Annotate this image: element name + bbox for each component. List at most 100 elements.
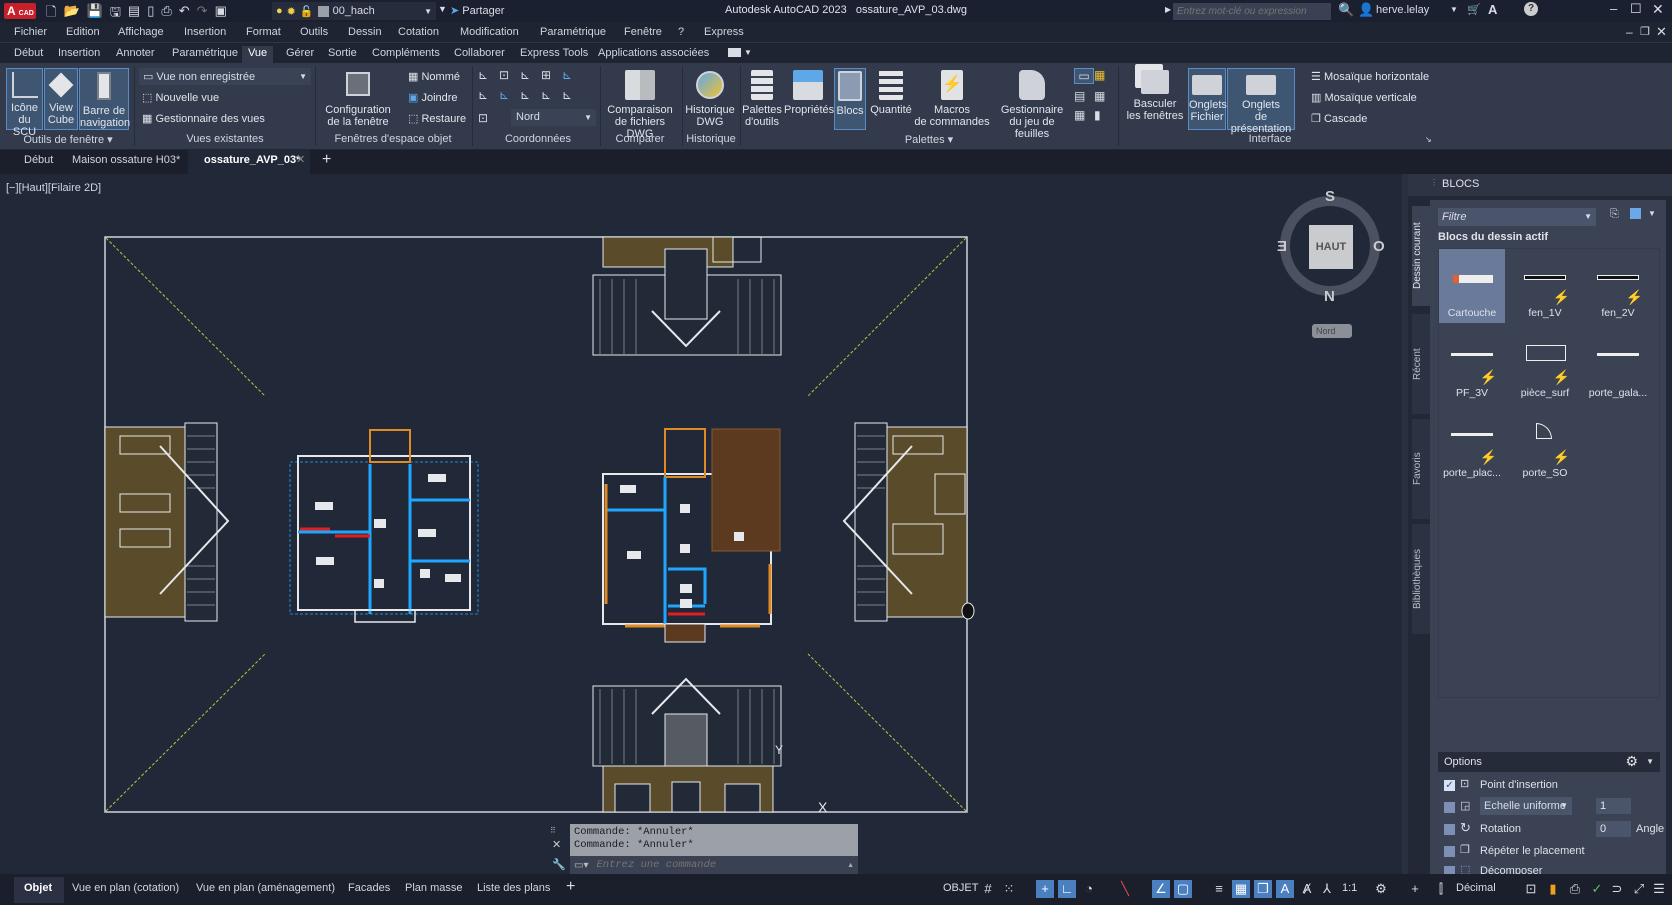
user-menu-chevron-icon[interactable]: ▼ — [1450, 5, 1458, 14]
compass-west[interactable]: O — [1373, 238, 1385, 255]
new-tab-plus-icon[interactable]: + — [322, 151, 331, 169]
viewport-config-button[interactable]: Configuration de la fenêtre — [320, 68, 396, 130]
selection-cycling-icon[interactable]: ❐ — [1254, 880, 1272, 898]
side-tab-dessin-courant[interactable]: Dessin courant — [1412, 206, 1430, 306]
tab-vue[interactable]: Vue — [242, 46, 274, 63]
new-view-button[interactable]: ⬚ Nouvelle vue — [142, 91, 219, 104]
view-mode-chevron-icon[interactable]: ▼ — [1648, 209, 1656, 218]
search-expand-icon[interactable]: ▶ — [1165, 5, 1171, 14]
menu-dessin[interactable]: Dessin — [348, 26, 382, 38]
navigation-bar-button[interactable]: Barre de navigation — [79, 68, 130, 130]
ribbon-display-toggle-icon[interactable] — [728, 48, 741, 57]
auto-scale-icon[interactable]: Ⱥ — [1298, 880, 1316, 898]
ortho-icon[interactable]: ∟ — [1058, 880, 1076, 898]
side-tab-bibliotheques[interactable]: Bibliothèques — [1412, 524, 1430, 634]
ucs-z-icon[interactable]: ⊾ — [541, 88, 562, 102]
user-name[interactable]: herve.lelay — [1376, 4, 1429, 16]
dwg-compare-button[interactable]: Comparaison de fichiers DWG — [602, 68, 678, 140]
layer-dropdown[interactable]: ● ✹ 🔓 00_hach ▼ — [272, 2, 436, 20]
lock-ui-icon[interactable]: ▮ — [1544, 880, 1562, 898]
compass-north[interactable]: N — [1324, 288, 1335, 305]
ucs-3point-icon[interactable]: ⊾ — [520, 68, 541, 82]
block-fen-2v[interactable]: ⚡ fen_2V — [1585, 249, 1651, 323]
calculator-icon[interactable]: ▦ — [1094, 89, 1114, 103]
repeat-placement-checkbox[interactable] — [1444, 846, 1455, 857]
cart-icon[interactable]: 🛒 — [1467, 3, 1481, 16]
autocad-logo[interactable]: A CAD — [4, 3, 36, 19]
fullscreen-icon[interactable]: ⤢ — [1630, 880, 1648, 898]
scale-input[interactable] — [1596, 798, 1631, 814]
view-mode-icon[interactable] — [1630, 208, 1641, 219]
scale-checkbox[interactable] — [1444, 802, 1455, 813]
ucs-view-icon[interactable]: ⊞ — [541, 68, 562, 82]
workspace-gear-icon[interactable]: ⚙ — [1372, 880, 1390, 898]
block-porte-so[interactable]: ⚡ porte_SO — [1512, 409, 1578, 483]
share-button[interactable]: ➤ Partager — [450, 4, 504, 17]
palette-header[interactable]: ⋮ BLOCS — [1408, 174, 1672, 196]
rotation-input[interactable] — [1596, 821, 1631, 837]
clipboard-icon[interactable]: ▮ — [1094, 108, 1114, 122]
tile-vertical-button[interactable]: ▥ Mosaïque verticale — [1311, 91, 1417, 104]
isolate-objects-icon[interactable]: ⎙ — [1566, 880, 1584, 898]
tab-sortie[interactable]: Sortie — [322, 46, 363, 63]
restore-viewports-button[interactable]: ⬚ Restaure — [408, 112, 466, 125]
help-icon[interactable]: ? — [1524, 2, 1538, 16]
doc-restore-icon[interactable]: ❐ — [1640, 25, 1650, 38]
quick-properties-icon[interactable]: ⊡ — [1522, 880, 1540, 898]
block-fen-1v[interactable]: ⚡ fen_1V — [1512, 249, 1578, 323]
menu-parametrique[interactable]: Paramétrique — [540, 26, 606, 38]
panel-label-outils-fenetre[interactable]: Outils de fenêtre ▾ — [4, 133, 132, 146]
command-input[interactable] — [596, 859, 827, 871]
file-tab-maison[interactable]: Maison ossature H03* — [72, 154, 180, 166]
ucs-object-icon[interactable]: ⊾ — [562, 68, 583, 82]
command-close-icon[interactable]: ✕ — [552, 838, 561, 851]
block-pf-3v[interactable]: ⚡ PF_3V — [1439, 329, 1505, 403]
minimize-icon[interactable]: – — [1610, 1, 1617, 16]
compass-east[interactable]: E — [1277, 238, 1287, 255]
ucs-x-icon[interactable]: ⊾ — [520, 88, 541, 102]
hardware-acceleration-icon[interactable]: ✓ — [1588, 880, 1606, 898]
tab-complements[interactable]: Compléments — [366, 46, 446, 63]
doc-minimize-icon[interactable]: – — [1626, 25, 1633, 39]
block-porte-placard[interactable]: ⚡ porte_plac... — [1439, 409, 1505, 483]
design-center-icon[interactable]: ▦ — [1094, 68, 1114, 84]
viewcube-face[interactable]: HAUT — [1309, 225, 1353, 269]
lineweight-icon[interactable]: ≡ — [1210, 880, 1228, 898]
tab-parametrique[interactable]: Paramétrique — [166, 46, 244, 63]
sheet-set-manager-button[interactable]: Gestionnaire du jeu de feuilles — [992, 68, 1072, 140]
transparency-icon[interactable]: ▦ — [1232, 880, 1250, 898]
isodraft-icon[interactable]: ╲ — [1116, 880, 1134, 898]
units-icon[interactable]: ⫿ — [1432, 880, 1450, 898]
scale-mode-dropdown[interactable]: Echelle uniforme ▼ — [1480, 797, 1572, 815]
command-history-chevron-icon[interactable]: ▲ — [847, 862, 854, 869]
layout-tab-facades[interactable]: Facades — [348, 882, 390, 894]
tab-debut[interactable]: Début — [8, 46, 49, 63]
object-snap-tracking-icon[interactable]: ∠ — [1152, 880, 1170, 898]
ucs-3-icon[interactable]: ⊾ — [562, 88, 583, 102]
search-icon[interactable]: 🔍 — [1338, 2, 1354, 18]
viewcube-button[interactable]: View Cube — [44, 68, 78, 130]
filter-dropdown[interactable]: Filtre ▼ — [1438, 208, 1596, 226]
menu-modification[interactable]: Modification — [460, 26, 519, 38]
external-ref-icon[interactable]: ▦ — [1074, 108, 1094, 122]
close-tab-icon[interactable]: ✕ — [296, 153, 305, 166]
grid-icon[interactable]: # — [979, 880, 997, 898]
annotation-visibility-icon[interactable]: A — [1276, 880, 1294, 898]
side-tab-favoris[interactable]: Favoris — [1412, 419, 1430, 519]
rotation-checkbox[interactable] — [1444, 824, 1455, 835]
compass-south[interactable]: S — [1325, 188, 1335, 205]
clean-screen-icon[interactable]: ⊃ — [1608, 880, 1626, 898]
palette-splitter[interactable] — [1402, 174, 1408, 874]
layout-tab-cotation[interactable]: Vue en plan (cotation) — [72, 882, 179, 894]
ucs-menu[interactable]: Nord — [1312, 324, 1352, 338]
menu-cotation[interactable]: Cotation — [398, 26, 439, 38]
drawing-canvas[interactable]: [−][Haut][Filaire 2D] Y X HAUT S O N E N… — [0, 174, 1402, 874]
layout-tab-liste-plans[interactable]: Liste des plans — [477, 882, 550, 894]
file-tab-active[interactable]: ossature_AVP_03* ✕ — [188, 150, 310, 174]
quantity-button[interactable]: Quantité — [868, 68, 914, 130]
menu-fichier[interactable]: Fichier — [14, 26, 47, 38]
menu-format[interactable]: Format — [246, 26, 281, 38]
blocks-button[interactable]: Blocs — [834, 68, 866, 130]
switch-windows-button[interactable]: Basculer les fenêtres — [1124, 68, 1186, 130]
dwg-history-button[interactable]: Historique DWG — [685, 68, 735, 130]
